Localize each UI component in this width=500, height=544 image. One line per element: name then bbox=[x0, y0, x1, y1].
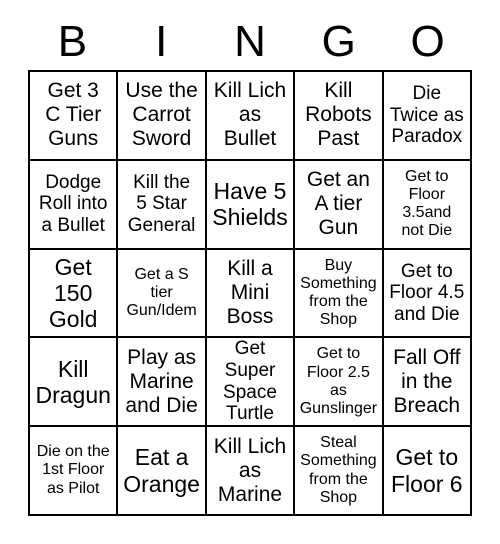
bingo-cell-r1c1[interactable]: Get 3 C Tier Guns bbox=[30, 72, 119, 161]
bingo-cell-r5c1[interactable]: Die on the 1st Floor as Pilot bbox=[30, 427, 119, 516]
bingo-cell-label: Get a S tier Gun/Idem bbox=[126, 265, 197, 320]
bingo-cell-label: Eat a Orange bbox=[123, 444, 200, 497]
bingo-cell-r3c2[interactable]: Get a S tier Gun/Idem bbox=[118, 249, 207, 339]
bingo-cell-label: Steal Something from the Shop bbox=[300, 434, 377, 506]
bingo-cell-r2c2[interactable]: Kill the 5 Star General bbox=[118, 160, 207, 250]
bingo-grid: Get 3 C Tier Guns Use the Carrot Sword Kil… bbox=[28, 70, 472, 516]
bingo-cell-r2c3[interactable]: Have 5 Shields bbox=[206, 160, 296, 250]
bingo-cell-label: Die on the 1st Floor as Pilot bbox=[36, 443, 110, 497]
bingo-cell-label: Have 5 Shields bbox=[212, 177, 288, 231]
bingo-cell-label: Die Twice as Paradox bbox=[389, 82, 464, 148]
bingo-cell-r5c2[interactable]: Eat a Orange bbox=[118, 427, 207, 516]
bingo-cell-r3c4[interactable]: Buy Something from the Shop bbox=[295, 249, 384, 339]
bingo-header-letter-g: G bbox=[321, 17, 356, 66]
bingo-cell-label: Get to Floor 3.5and not Die bbox=[401, 167, 453, 240]
bingo-cell-label: Get 3 C Tier Guns bbox=[45, 79, 102, 151]
bingo-cell-r2c1[interactable]: Dodge Roll into a Bullet bbox=[30, 160, 119, 250]
bingo-cell-label: Kill Robots Past bbox=[305, 79, 372, 151]
bingo-cell-r1c4[interactable]: Kill Robots Past bbox=[295, 72, 384, 161]
bingo-cell-label: Get to Floor 6 bbox=[391, 444, 463, 497]
bingo-cell-label: Play as Marine and Die bbox=[125, 345, 198, 417]
bingo-cell-r5c5[interactable]: Get to Floor 6 bbox=[383, 427, 472, 516]
bingo-cell-r1c5[interactable]: Die Twice as Paradox bbox=[383, 72, 472, 161]
bingo-card: B I N G O Get 3 C Tier Guns Use the Carro… bbox=[0, 0, 500, 544]
bingo-cell-label: Use the Carrot Sword bbox=[125, 79, 198, 151]
bingo-cell-r4c2[interactable]: Play as Marine and Die bbox=[118, 338, 207, 428]
bingo-cell-label: Dodge Roll into a Bullet bbox=[38, 171, 108, 237]
bingo-cell-label: Kill Lich as Marine bbox=[213, 434, 287, 506]
bingo-cell-label: Get to Floor 2.5 as Gunslinger bbox=[299, 345, 378, 418]
bingo-cell-label: Kill the 5 Star General bbox=[127, 171, 196, 237]
bingo-cell-r5c3[interactable]: Kill Lich as Marine bbox=[206, 427, 296, 516]
bingo-cell-r3c5[interactable]: Get to Floor 4.5 and Die bbox=[383, 249, 472, 339]
bingo-cell-label: Get 150 Gold bbox=[48, 253, 98, 333]
bingo-cell-r5c4[interactable]: Steal Something from the Shop bbox=[295, 427, 384, 516]
bingo-cell-label: Get Super Space Turtle bbox=[223, 338, 277, 425]
bingo-cell-r1c2[interactable]: Use the Carrot Sword bbox=[118, 72, 207, 161]
bingo-cell-label: Fall Off in the Breach bbox=[393, 345, 461, 417]
bingo-cell-r4c3[interactable]: Get Super Space Turtle bbox=[206, 338, 296, 428]
bingo-cell-r3c3[interactable]: Kill a Mini Boss bbox=[206, 249, 296, 339]
bingo-cell-r2c5[interactable]: Get to Floor 3.5and not Die bbox=[383, 160, 472, 250]
bingo-cell-r4c1[interactable]: Kill Dragun bbox=[30, 338, 119, 428]
bingo-header-letter-n: N bbox=[234, 17, 266, 66]
bingo-cell-r4c5[interactable]: Fall Off in the Breach bbox=[383, 338, 472, 428]
bingo-cell-r4c4[interactable]: Get to Floor 2.5 as Gunslinger bbox=[295, 338, 384, 428]
bingo-cell-label: Get to Floor 4.5 and Die bbox=[389, 260, 465, 325]
bingo-header-letter-b: B bbox=[57, 17, 88, 66]
bingo-header-letter-i: I bbox=[155, 17, 168, 66]
bingo-cell-label: Kill a Mini Boss bbox=[226, 257, 274, 328]
bingo-header-row: B I N G O bbox=[28, 14, 472, 70]
bingo-cell-r3c1[interactable]: Get 150 Gold bbox=[30, 249, 119, 339]
bingo-cell-label: Kill Dragun bbox=[35, 355, 111, 408]
bingo-cell-label: Kill Lich as Bullet bbox=[213, 79, 287, 151]
bingo-cell-label: Buy Something from the Shop bbox=[300, 256, 377, 329]
bingo-cell-r2c4[interactable]: Get an A tier Gun bbox=[295, 160, 384, 250]
bingo-header-letter-o: O bbox=[410, 17, 445, 66]
bingo-cell-label: Get an A tier Gun bbox=[306, 168, 370, 240]
bingo-cell-r1c3[interactable]: Kill Lich as Bullet bbox=[206, 72, 296, 161]
